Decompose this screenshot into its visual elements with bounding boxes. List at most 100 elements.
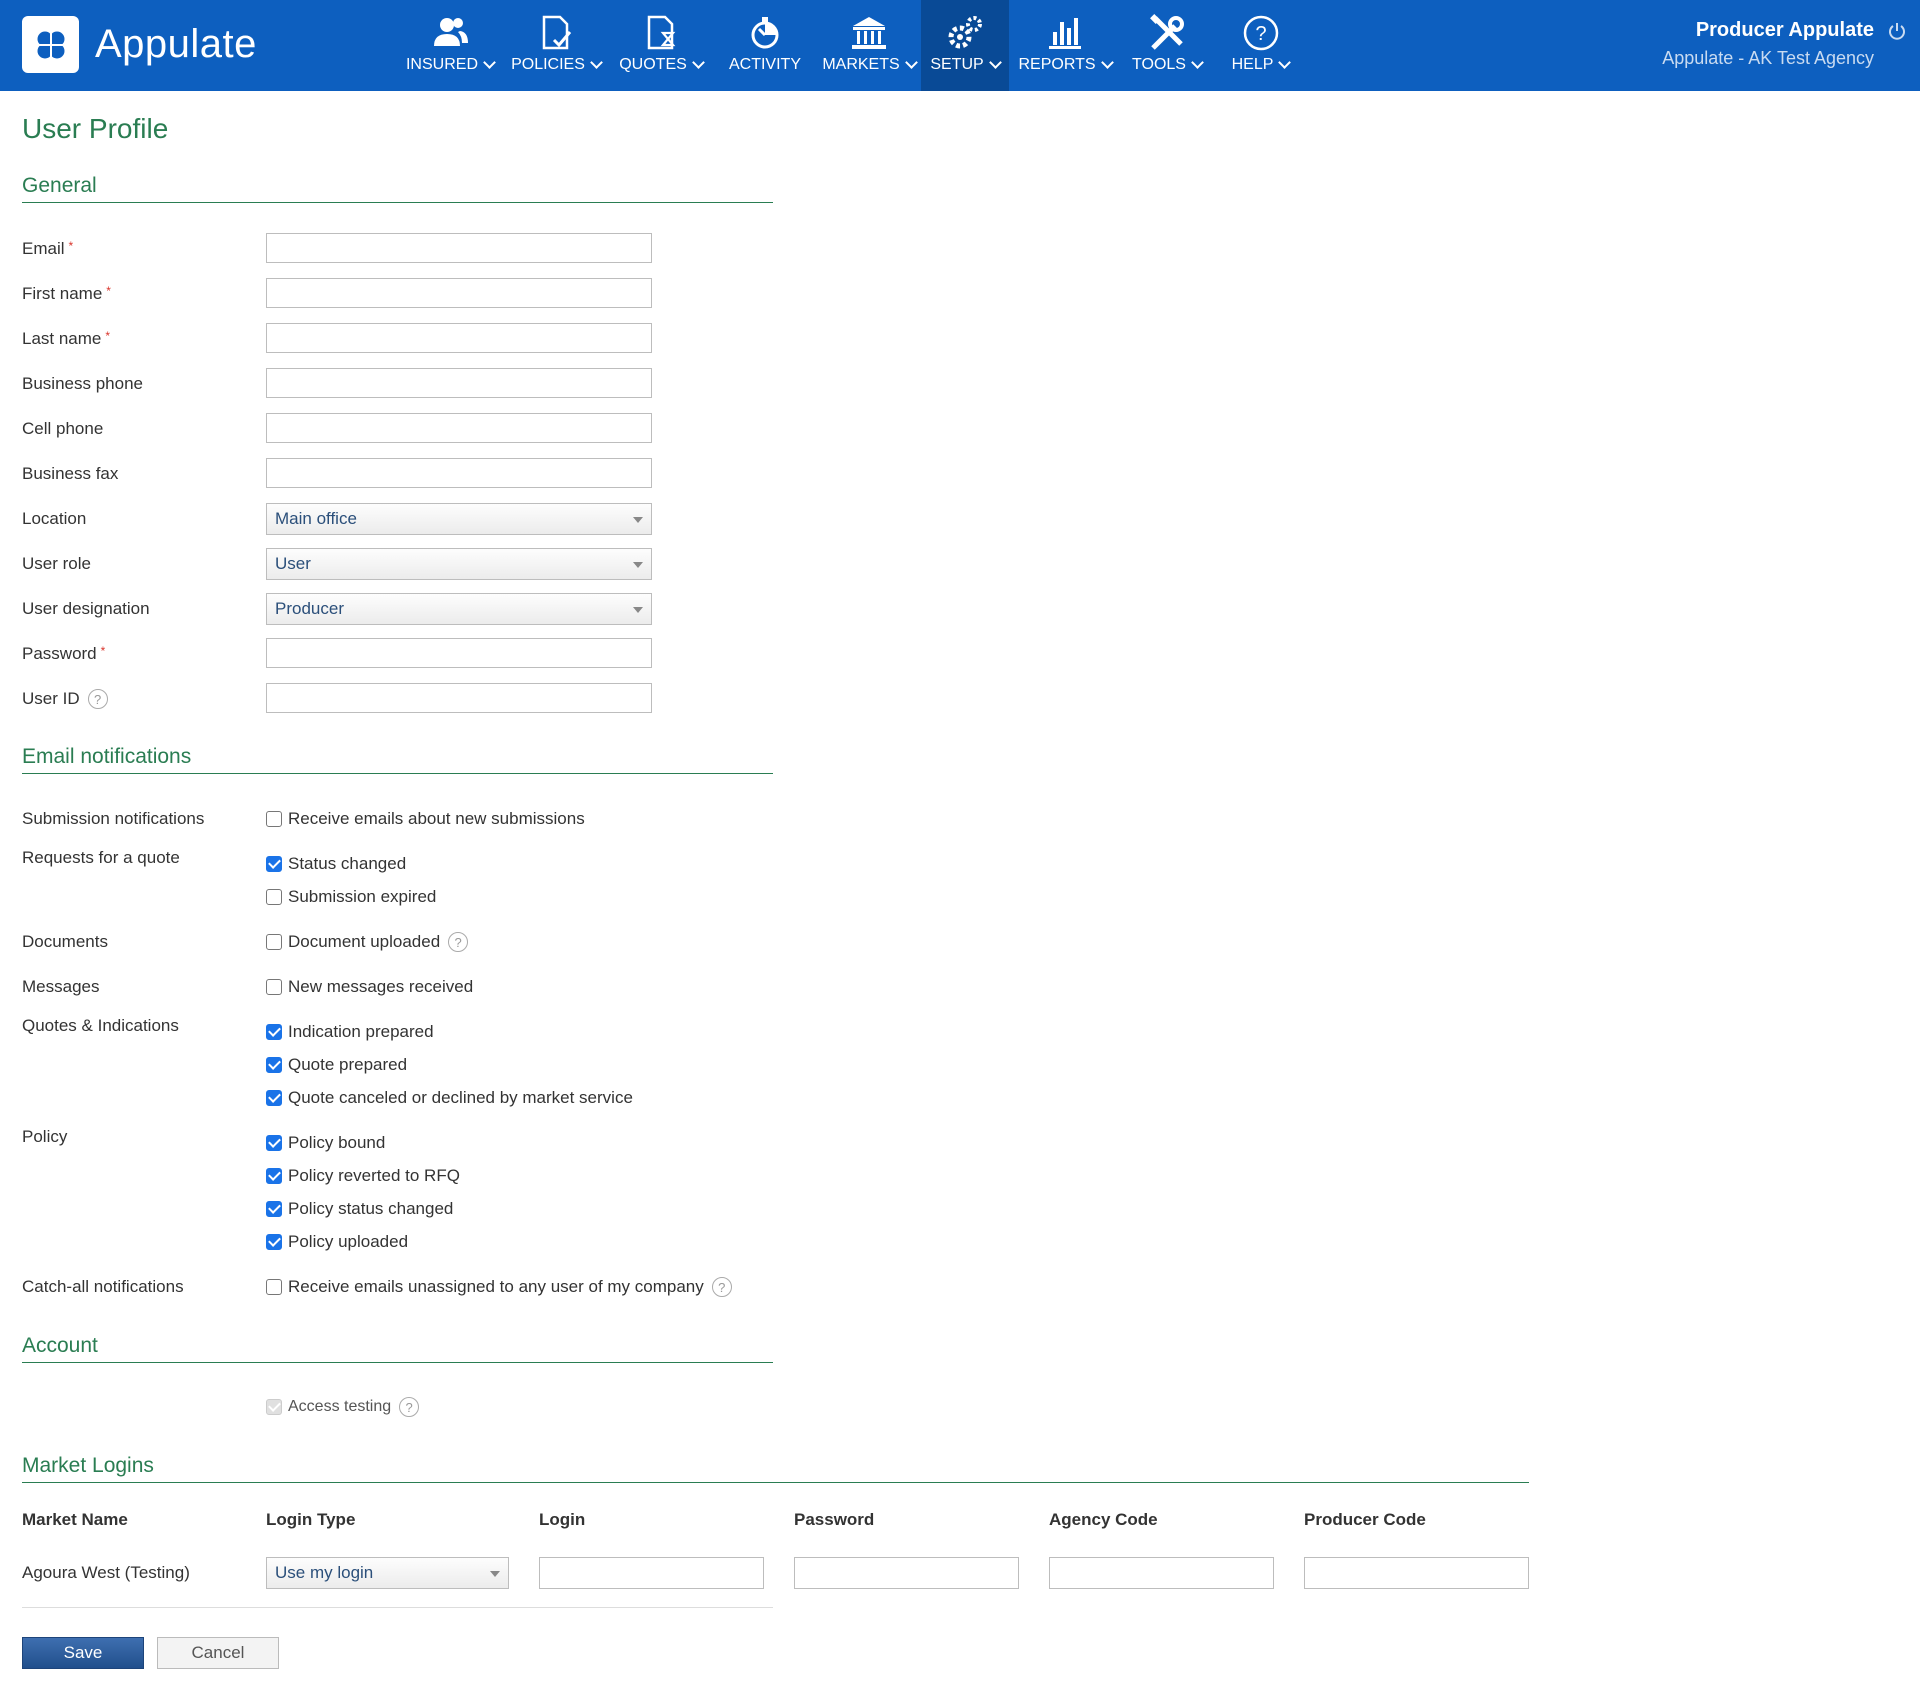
- checkbox-checked[interactable]: [266, 1234, 282, 1250]
- user-role-value: User: [275, 554, 311, 573]
- dropdown-arrow-icon: [633, 607, 643, 613]
- help-question-icon[interactable]: ?: [711, 1277, 732, 1297]
- nav-activity[interactable]: ACTIVITY: [713, 0, 817, 91]
- market-password-field[interactable]: [794, 1557, 1019, 1589]
- checkbox-unchecked[interactable]: [266, 889, 282, 905]
- user-menu[interactable]: Producer Appulate Appulate - AK Test Age…: [1662, 19, 1874, 69]
- location-select[interactable]: Main office: [266, 503, 652, 535]
- receive-new-submissions-checkbox[interactable]: Receive emails about new submissions: [266, 807, 585, 831]
- quote-canceled-checkbox[interactable]: Quote canceled or declined by market ser…: [266, 1086, 633, 1110]
- app-name: Appulate: [95, 22, 257, 66]
- business-fax-label: Business fax: [22, 464, 119, 483]
- column-header-login: Login: [539, 1510, 586, 1529]
- nav-markets[interactable]: MARKETS: [817, 0, 921, 91]
- quotes-indications-label: Quotes & Indications: [22, 1016, 179, 1035]
- save-button[interactable]: Save: [22, 1637, 144, 1669]
- quote-prepared-checkbox[interactable]: Quote prepared: [266, 1053, 407, 1077]
- nav-quotes[interactable]: QUOTES: [609, 0, 713, 91]
- chevron-down-icon: [691, 56, 705, 69]
- nav-quotes-label: QUOTES: [619, 56, 687, 73]
- column-header-market-name: Market Name: [22, 1510, 128, 1529]
- document-uploaded-checkbox[interactable]: Document uploaded?: [266, 930, 469, 954]
- help-question-icon[interactable]: ?: [87, 689, 108, 710]
- submission-expired-checkbox[interactable]: Submission expired: [266, 885, 436, 909]
- producer-code-field[interactable]: [1304, 1557, 1529, 1589]
- setup-icon: [948, 16, 982, 49]
- power-icon[interactable]: [1888, 22, 1906, 40]
- policy-status-changed-checkbox[interactable]: Policy status changed: [266, 1197, 453, 1221]
- dropdown-arrow-icon: [633, 517, 643, 523]
- last-name-row: Last name *: [22, 323, 266, 355]
- policies-icon: [542, 15, 572, 50]
- policy-bound-checkbox[interactable]: Policy bound: [266, 1131, 385, 1155]
- business-fax-field[interactable]: [266, 458, 652, 488]
- user-agency: Appulate - AK Test Agency: [1662, 48, 1874, 68]
- user-id-row: User ID?: [22, 683, 266, 715]
- svg-text:?: ?: [1255, 23, 1266, 45]
- checkbox-unchecked[interactable]: [266, 811, 282, 827]
- cancel-button[interactable]: Cancel: [157, 1637, 279, 1669]
- help-icon: ?: [1243, 15, 1278, 51]
- clover-logo-icon: [22, 16, 79, 73]
- policy-uploaded-checkbox[interactable]: Policy uploaded: [266, 1230, 408, 1254]
- help-question-icon[interactable]: ?: [448, 932, 469, 952]
- password-row: Password *: [22, 638, 266, 670]
- business-phone-label: Business phone: [22, 374, 143, 393]
- activity-icon: [751, 17, 779, 49]
- password-label: Password *: [22, 644, 106, 663]
- help-question-icon[interactable]: ?: [399, 1397, 420, 1417]
- market-login-field[interactable]: [539, 1557, 764, 1589]
- chevron-down-icon: [1191, 56, 1204, 69]
- insured-icon: [434, 18, 468, 46]
- first-name-field[interactable]: [266, 278, 652, 308]
- user-id-field[interactable]: [266, 683, 652, 713]
- last-name-field[interactable]: [266, 323, 652, 353]
- policy-reverted-checkbox[interactable]: Policy reverted to RFQ: [266, 1164, 460, 1188]
- user-designation-select[interactable]: Producer: [266, 593, 652, 625]
- receive-unassigned-emails-checkbox[interactable]: Receive emails unassigned to any user of…: [266, 1275, 732, 1299]
- app-logo[interactable]: Appulate: [22, 16, 257, 73]
- column-header-login-type: Login Type: [266, 1510, 356, 1529]
- checkbox-checked[interactable]: [266, 1090, 282, 1106]
- location-value: Main office: [275, 509, 357, 528]
- user-role-row: User role: [22, 548, 266, 580]
- checkbox-checked[interactable]: [266, 1201, 282, 1217]
- first-name-label: First name *: [22, 284, 111, 303]
- agency-code-field[interactable]: [1049, 1557, 1274, 1589]
- checkbox-checked[interactable]: [266, 1024, 282, 1040]
- page-title: User Profile: [22, 113, 169, 144]
- checkbox-checked[interactable]: [266, 1057, 282, 1073]
- business-phone-field[interactable]: [266, 368, 652, 398]
- indication-prepared-checkbox[interactable]: Indication prepared: [266, 1020, 434, 1044]
- nav-reports[interactable]: REPORTS: [1009, 0, 1121, 91]
- nav-setup[interactable]: SETUP: [921, 0, 1009, 91]
- login-type-select[interactable]: Use my login: [266, 1557, 509, 1589]
- checkbox-unchecked[interactable]: [266, 934, 282, 950]
- main-nav: INSURED POLICIES QUOTES ACTIVITY MARKETS…: [397, 0, 1308, 91]
- checkbox-unchecked[interactable]: [266, 979, 282, 995]
- user-role-select[interactable]: User: [266, 548, 652, 580]
- cell-phone-field[interactable]: [266, 413, 652, 443]
- chevron-down-icon: [904, 56, 918, 69]
- nav-tools[interactable]: TOOLS: [1121, 0, 1213, 91]
- messages-label: Messages: [22, 977, 100, 996]
- nav-policies[interactable]: POLICIES: [503, 0, 609, 91]
- checkbox-checked[interactable]: [266, 856, 282, 872]
- nav-help-label: HELP: [1231, 56, 1274, 73]
- nav-help[interactable]: ? HELP: [1213, 0, 1308, 91]
- email-field[interactable]: [266, 233, 652, 263]
- nav-insured[interactable]: INSURED: [397, 0, 503, 91]
- checkbox-unchecked[interactable]: [266, 1279, 282, 1295]
- password-field[interactable]: [266, 638, 652, 668]
- catch-all-notifications-label: Catch-all notifications: [22, 1277, 184, 1296]
- location-row: Location: [22, 503, 266, 535]
- checkbox-checked[interactable]: [266, 1168, 282, 1184]
- checkbox-disabled-checked: [266, 1399, 282, 1415]
- new-messages-checkbox[interactable]: New messages received: [266, 975, 473, 999]
- market-name-cell: Agoura West (Testing): [22, 1563, 190, 1582]
- chevron-down-icon: [483, 56, 496, 69]
- status-changed-checkbox[interactable]: Status changed: [266, 852, 406, 876]
- quotes-icon: [647, 15, 676, 50]
- nav-reports-label: REPORTS: [1018, 56, 1096, 73]
- checkbox-checked[interactable]: [266, 1135, 282, 1151]
